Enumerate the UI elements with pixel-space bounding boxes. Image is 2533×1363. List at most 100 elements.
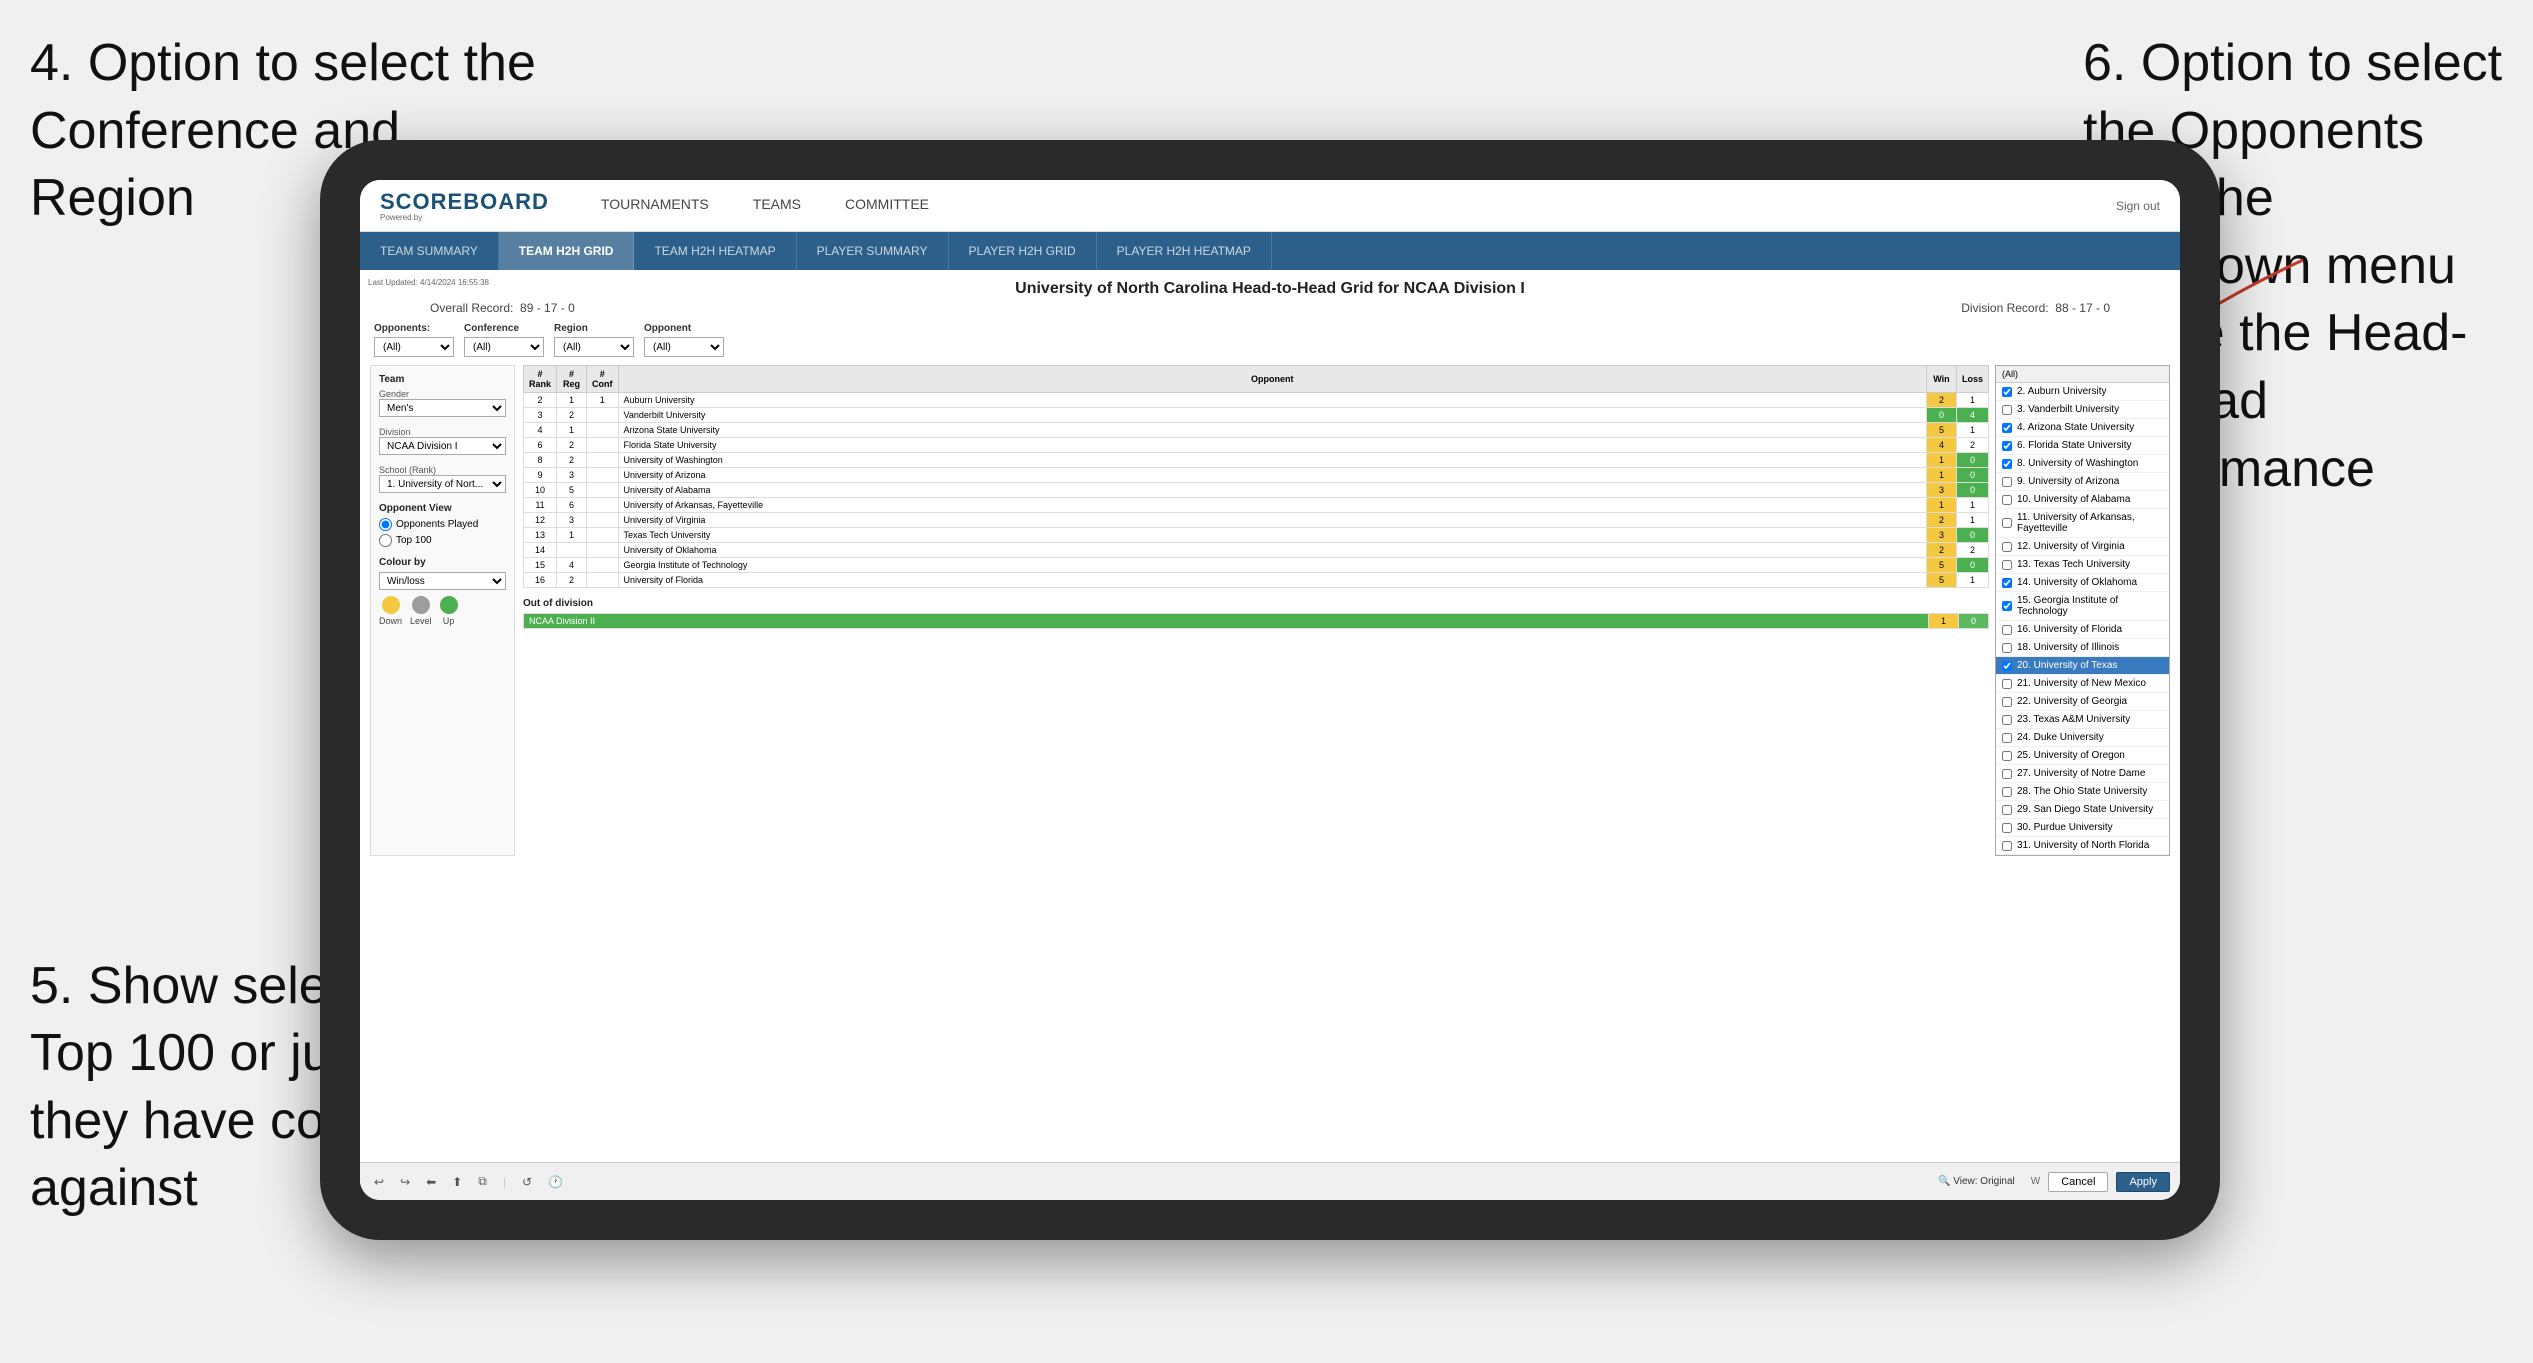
dropdown-checkbox[interactable]: [2002, 823, 2012, 833]
dropdown-list-item[interactable]: 27. University of Notre Dame: [1996, 765, 2169, 783]
dropdown-list-item[interactable]: 29. San Diego State University: [1996, 801, 2169, 819]
nav-tournaments[interactable]: TOURNAMENTS: [579, 180, 731, 232]
radio-top-100[interactable]: Top 100: [379, 534, 506, 547]
tab-player-summary[interactable]: PLAYER SUMMARY: [797, 232, 949, 270]
dropdown-checkbox[interactable]: [2002, 441, 2012, 451]
dropdown-checkbox[interactable]: [2002, 459, 2012, 469]
toolbar-forward[interactable]: ⬆: [448, 1173, 466, 1191]
cell-opponent: University of Washington: [618, 453, 1926, 468]
tab-team-h2h-heatmap[interactable]: TEAM H2H HEATMAP: [634, 232, 796, 270]
dropdown-list-item[interactable]: 9. University of Arizona: [1996, 473, 2169, 491]
nav-teams[interactable]: TEAMS: [731, 180, 823, 232]
school-rank-select[interactable]: 1. University of Nort...: [379, 475, 506, 493]
dropdown-checkbox[interactable]: [2002, 661, 2012, 671]
toolbar-undo[interactable]: ↩: [370, 1173, 388, 1191]
dropdown-checkbox[interactable]: [2002, 751, 2012, 761]
dropdown-list-item[interactable]: 11. University of Arkansas, Fayetteville: [1996, 509, 2169, 538]
cell-conf: [587, 498, 619, 513]
tab-player-h2h-grid[interactable]: PLAYER H2H GRID: [949, 232, 1097, 270]
division-section: Division NCAA Division I: [379, 427, 506, 455]
dropdown-checkbox[interactable]: [2002, 697, 2012, 707]
dropdown-list-item[interactable]: 18. University of Illinois: [1996, 639, 2169, 657]
nav-committee[interactable]: COMMITTEE: [823, 180, 951, 232]
dropdown-checkbox[interactable]: [2002, 733, 2012, 743]
cell-conf: [587, 513, 619, 528]
filter-opponents-select[interactable]: (All): [374, 337, 454, 357]
dropdown-list-item[interactable]: 14. University of Oklahoma: [1996, 574, 2169, 592]
dropdown-checkbox[interactable]: [2002, 601, 2012, 611]
toolbar-refresh[interactable]: ↺: [518, 1173, 536, 1191]
cell-conf: [587, 543, 619, 558]
apply-button[interactable]: Apply: [2116, 1172, 2170, 1192]
dropdown-checkbox[interactable]: [2002, 477, 2012, 487]
dropdown-checkbox[interactable]: [2002, 560, 2012, 570]
dropdown-list-item[interactable]: 28. The Ohio State University: [1996, 783, 2169, 801]
tab-team-h2h-grid[interactable]: TEAM H2H GRID: [499, 232, 635, 270]
dropdown-item-label: 23. Texas A&M University: [2017, 714, 2130, 725]
dropdown-checkbox[interactable]: [2002, 387, 2012, 397]
toolbar-back[interactable]: ⬅: [422, 1173, 440, 1191]
dropdown-checkbox[interactable]: [2002, 578, 2012, 588]
gender-select[interactable]: Men's: [379, 399, 506, 417]
filter-opponent-select[interactable]: (All): [644, 337, 724, 357]
report-title: University of North Carolina Head-to-Hea…: [370, 280, 2170, 298]
dropdown-checkbox[interactable]: [2002, 518, 2012, 528]
dropdown-checkbox[interactable]: [2002, 787, 2012, 797]
dropdown-list-item[interactable]: 13. Texas Tech University: [1996, 556, 2169, 574]
colour-by-section: Colour by Win/loss Down: [379, 557, 506, 626]
gender-section: Gender Men's: [379, 389, 506, 417]
cell-win: 5: [1926, 423, 1956, 438]
dropdown-list-item[interactable]: 10. University of Alabama: [1996, 491, 2169, 509]
dropdown-list-item[interactable]: 22. University of Georgia: [1996, 693, 2169, 711]
toolbar-copy[interactable]: ⧉: [474, 1172, 491, 1191]
legend-down: Down: [379, 596, 402, 626]
dropdown-checkbox[interactable]: [2002, 625, 2012, 635]
dropdown-checkbox[interactable]: [2002, 405, 2012, 415]
dropdown-checkbox[interactable]: [2002, 643, 2012, 653]
dropdown-checkbox[interactable]: [2002, 495, 2012, 505]
dropdown-checkbox[interactable]: [2002, 715, 2012, 725]
school-rank-section: School (Rank) 1. University of Nort...: [379, 465, 506, 493]
cell-rank: 10: [524, 483, 557, 498]
dropdown-checkbox[interactable]: [2002, 679, 2012, 689]
dropdown-item-label: 11. University of Arkansas, Fayetteville: [2017, 512, 2163, 534]
dropdown-list-item[interactable]: 25. University of Oregon: [1996, 747, 2169, 765]
dropdown-checkbox[interactable]: [2002, 805, 2012, 815]
bottom-toolbar: ↩ ↪ ⬅ ⬆ ⧉ | ↺ 🕐 🔍 View: Original W Cance…: [360, 1162, 2180, 1200]
cell-reg: 2: [557, 438, 587, 453]
dropdown-checkbox[interactable]: [2002, 769, 2012, 779]
dropdown-list-item[interactable]: 23. Texas A&M University: [1996, 711, 2169, 729]
cancel-button[interactable]: Cancel: [2048, 1172, 2108, 1192]
dropdown-checkbox[interactable]: [2002, 542, 2012, 552]
table-row: 12 3 University of Virginia 2 1: [524, 513, 1989, 528]
dropdown-list-item[interactable]: 16. University of Florida: [1996, 621, 2169, 639]
dropdown-list-item[interactable]: 15. Georgia Institute of Technology: [1996, 592, 2169, 621]
radio-opponents-played[interactable]: Opponents Played: [379, 518, 506, 531]
cell-loss: 4: [1956, 408, 1988, 423]
team-label: Team: [379, 374, 506, 385]
dropdown-list-item[interactable]: 30. Purdue University: [1996, 819, 2169, 837]
cell-rank: 2: [524, 393, 557, 408]
tab-player-h2h-heatmap[interactable]: PLAYER H2H HEATMAP: [1097, 232, 1272, 270]
dropdown-list-item[interactable]: 20. University of Texas: [1996, 657, 2169, 675]
dropdown-list-item[interactable]: 24. Duke University: [1996, 729, 2169, 747]
dropdown-list-item[interactable]: 6. Florida State University: [1996, 437, 2169, 455]
toolbar-redo[interactable]: ↪: [396, 1173, 414, 1191]
filter-region-select[interactable]: (All): [554, 337, 634, 357]
dropdown-list-item[interactable]: 3. Vanderbilt University: [1996, 401, 2169, 419]
tab-team-summary[interactable]: TEAM SUMMARY: [360, 232, 499, 270]
dropdown-checkbox[interactable]: [2002, 841, 2012, 851]
division-select[interactable]: NCAA Division I: [379, 437, 506, 455]
dropdown-list-item[interactable]: 12. University of Virginia: [1996, 538, 2169, 556]
dropdown-list-item[interactable]: 21. University of New Mexico: [1996, 675, 2169, 693]
colour-by-select[interactable]: Win/loss: [379, 572, 506, 590]
sign-out-link[interactable]: Sign out: [2116, 199, 2160, 213]
filter-conference-select[interactable]: (All): [464, 337, 544, 357]
toolbar-clock[interactable]: 🕐: [544, 1173, 567, 1191]
dropdown-list-item[interactable]: 8. University of Washington: [1996, 455, 2169, 473]
dropdown-list-item[interactable]: 4. Arizona State University: [1996, 419, 2169, 437]
dropdown-list-item[interactable]: 2. Auburn University: [1996, 383, 2169, 401]
out-div-name: NCAA Division II: [524, 614, 1929, 629]
dropdown-list-item[interactable]: 31. University of North Florida: [1996, 837, 2169, 855]
dropdown-checkbox[interactable]: [2002, 423, 2012, 433]
